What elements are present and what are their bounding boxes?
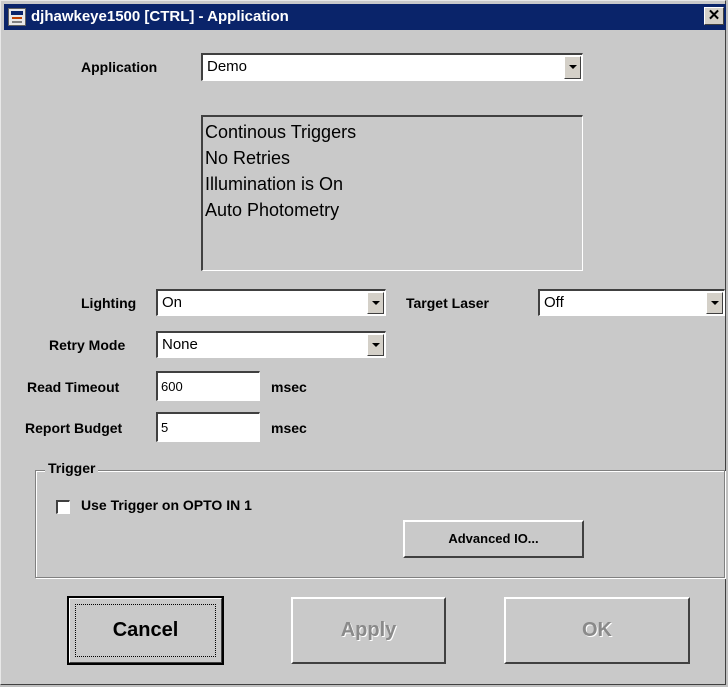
advanced-io-button[interactable]: Advanced IO...	[403, 520, 584, 558]
retry-mode-label: Retry Mode	[49, 337, 126, 353]
application-select[interactable]: Demo	[201, 53, 583, 81]
summary-line: Auto Photometry	[205, 200, 340, 220]
ok-button[interactable]: OK	[504, 597, 690, 664]
use-trigger-checkbox[interactable]	[56, 500, 70, 514]
target-laser-select-value: Off	[544, 294, 564, 311]
chevron-down-icon[interactable]	[367, 334, 384, 356]
ok-button-label: OK	[582, 619, 612, 641]
retry-mode-select-value: None	[162, 336, 198, 353]
report-budget-label: Report Budget	[25, 420, 123, 436]
summary-line: Continous Triggers	[205, 122, 357, 142]
report-budget-unit: msec	[271, 420, 307, 436]
title-bar[interactable]: djhawkeye1500 [CTRL] - Application ✕	[4, 4, 726, 30]
read-timeout-field[interactable]	[156, 371, 260, 401]
summary-line: Illumination is On	[205, 174, 344, 194]
report-budget-field[interactable]	[156, 412, 260, 442]
application-summary-box: Continous Triggers No Retries Illuminati…	[201, 115, 583, 271]
trigger-group-title: Trigger	[45, 460, 99, 476]
close-button[interactable]: ✕	[704, 7, 724, 25]
apply-button-label: Apply	[340, 619, 397, 641]
trigger-group	[35, 470, 725, 578]
lighting-select-value: On	[162, 294, 183, 311]
cancel-button[interactable]: Cancel	[67, 596, 224, 665]
advanced-io-button-label: Advanced IO...	[448, 531, 539, 546]
retry-mode-select[interactable]: None	[156, 331, 386, 358]
chevron-down-icon[interactable]	[564, 56, 581, 79]
read-timeout-unit: msec	[271, 379, 307, 395]
lighting-select[interactable]: On	[156, 289, 386, 316]
application-select-value: Demo	[207, 58, 248, 75]
lighting-label: Lighting	[81, 295, 137, 311]
target-laser-select[interactable]: Off	[538, 289, 725, 316]
application-label: Application	[81, 59, 158, 75]
read-timeout-label: Read Timeout	[27, 379, 120, 395]
application-window-icon[interactable]	[8, 8, 26, 26]
chevron-down-icon[interactable]	[367, 292, 384, 314]
chevron-down-icon[interactable]	[706, 292, 723, 314]
apply-button[interactable]: Apply	[291, 597, 446, 664]
target-laser-label: Target Laser	[406, 295, 489, 311]
summary-line: No Retries	[205, 148, 291, 168]
application-dialog: djhawkeye1500 [CTRL] - Application ✕ App…	[0, 0, 726, 685]
window-title: djhawkeye1500 [CTRL] - Application	[31, 8, 289, 25]
use-trigger-label[interactable]: Use Trigger on OPTO IN 1	[81, 497, 252, 513]
